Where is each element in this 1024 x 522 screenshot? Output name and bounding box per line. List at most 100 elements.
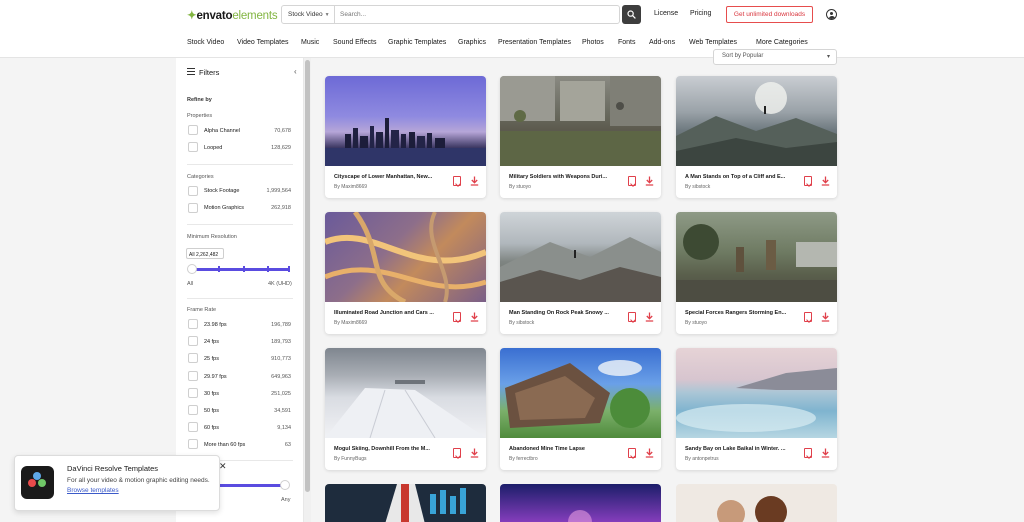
card-author[interactable]: By Maxim8669 bbox=[334, 320, 367, 326]
nav-add-ons[interactable]: Add-ons bbox=[649, 39, 675, 46]
video-card[interactable]: Special Forces Rangers Storming En... By… bbox=[676, 212, 837, 334]
card-author[interactable]: By stuoyo bbox=[509, 184, 531, 190]
fps-checkbox[interactable] bbox=[188, 388, 198, 398]
fps-checkbox[interactable] bbox=[188, 405, 198, 415]
video-card[interactable]: Sandy Bay on Lake Baikal in Winter. ... … bbox=[676, 348, 837, 470]
looped-checkbox[interactable] bbox=[188, 142, 198, 152]
download-icon[interactable] bbox=[470, 176, 479, 186]
card-title[interactable]: Mogul Skiing, Downhill From the M... bbox=[334, 446, 438, 452]
fps-checkbox[interactable] bbox=[188, 353, 198, 363]
bookmark-icon[interactable] bbox=[628, 312, 636, 322]
bookmark-icon[interactable] bbox=[804, 312, 812, 322]
resolution-slider-handle[interactable] bbox=[187, 264, 197, 274]
download-icon[interactable] bbox=[645, 448, 654, 458]
fps-checkbox[interactable] bbox=[188, 336, 198, 346]
video-thumbnail[interactable] bbox=[500, 212, 661, 302]
card-author[interactable]: By antonpetrus bbox=[685, 456, 719, 462]
video-thumbnail[interactable] bbox=[500, 76, 661, 166]
bookmark-icon[interactable] bbox=[804, 448, 812, 458]
card-title[interactable]: Special Forces Rangers Storming En... bbox=[685, 310, 789, 316]
video-card[interactable]: Cityscape of Lower Manhattan, New... By … bbox=[325, 76, 486, 198]
nav-graphic-templates[interactable]: Graphic Templates bbox=[388, 39, 446, 46]
video-thumbnail[interactable] bbox=[325, 348, 486, 438]
fps-checkbox[interactable] bbox=[188, 422, 198, 432]
video-thumbnail[interactable] bbox=[676, 76, 837, 166]
sidebar-scrollbar-thumb[interactable] bbox=[305, 60, 310, 492]
sort-dropdown[interactable]: Sort by Popular ▾ bbox=[713, 49, 837, 65]
envato-elements-logo[interactable]: ✦envatoelements bbox=[187, 8, 278, 22]
video-thumbnail[interactable] bbox=[676, 484, 837, 522]
alpha-channel-checkbox[interactable] bbox=[188, 125, 198, 135]
video-card[interactable] bbox=[676, 484, 837, 522]
card-title[interactable]: Military Soldiers with Weapons Duri... bbox=[509, 174, 613, 180]
bookmark-icon[interactable] bbox=[628, 448, 636, 458]
nav-presentation-templates[interactable]: Presentation Templates bbox=[498, 39, 571, 46]
nav-music[interactable]: Music bbox=[301, 39, 319, 46]
card-author[interactable]: By FunnyBugs bbox=[334, 456, 367, 462]
user-account-icon[interactable] bbox=[826, 9, 837, 20]
search-category-select[interactable]: Stock Video ▼ bbox=[282, 6, 335, 23]
fps-checkbox[interactable] bbox=[188, 439, 198, 449]
nav-web-templates[interactable]: Web Templates bbox=[689, 39, 737, 46]
video-card[interactable]: Man Standing On Rock Peak Snowy ... By s… bbox=[500, 212, 661, 334]
video-card[interactable]: Illuminated Road Junction and Cars ... B… bbox=[325, 212, 486, 334]
nav-fonts[interactable]: Fonts bbox=[618, 39, 636, 46]
card-author[interactable]: By ferrectbro bbox=[509, 456, 538, 462]
search-button[interactable] bbox=[622, 5, 641, 24]
nav-stock-video[interactable]: Stock Video bbox=[187, 39, 224, 46]
card-author[interactable]: By sibstock bbox=[685, 184, 710, 190]
resolution-slider-track[interactable] bbox=[192, 268, 290, 271]
nav-sound-effects[interactable]: Sound Effects bbox=[333, 39, 376, 46]
bookmark-icon[interactable] bbox=[453, 448, 461, 458]
download-icon[interactable] bbox=[645, 312, 654, 322]
collapse-sidebar-icon[interactable]: ‹ bbox=[294, 67, 297, 76]
video-thumbnail[interactable] bbox=[325, 484, 486, 522]
fps-checkbox[interactable] bbox=[188, 371, 198, 381]
bookmark-icon[interactable] bbox=[804, 176, 812, 186]
video-thumbnail[interactable] bbox=[325, 76, 486, 166]
card-title[interactable]: Man Standing On Rock Peak Snowy ... bbox=[509, 310, 613, 316]
card-title[interactable]: Sandy Bay on Lake Baikal in Winter. ... bbox=[685, 446, 789, 452]
bookmark-icon[interactable] bbox=[453, 312, 461, 322]
video-thumbnail[interactable] bbox=[676, 348, 837, 438]
card-title[interactable]: Cityscape of Lower Manhattan, New... bbox=[334, 174, 438, 180]
download-icon[interactable] bbox=[645, 176, 654, 186]
download-icon[interactable] bbox=[821, 448, 830, 458]
browse-templates-link[interactable]: Browse templates bbox=[67, 487, 119, 494]
nav-video-templates[interactable]: Video Templates bbox=[237, 39, 289, 46]
card-author[interactable]: By stuoyo bbox=[685, 320, 707, 326]
motion-graphics-checkbox[interactable] bbox=[188, 203, 198, 213]
video-card[interactable]: Mogul Skiing, Downhill From the M... By … bbox=[325, 348, 486, 470]
search-input[interactable] bbox=[340, 8, 610, 21]
video-card[interactable]: A Man Stands on Top of a Cliff and E... … bbox=[676, 76, 837, 198]
get-unlimited-downloads-button[interactable]: Get unlimited downloads bbox=[726, 6, 813, 23]
video-card[interactable] bbox=[325, 484, 486, 522]
video-card[interactable] bbox=[500, 484, 661, 522]
duration-slider-handle[interactable] bbox=[280, 480, 290, 490]
close-icon[interactable]: ✕ bbox=[219, 461, 227, 472]
nav-graphics[interactable]: Graphics bbox=[458, 39, 486, 46]
download-icon[interactable] bbox=[470, 312, 479, 322]
nav-more-categories[interactable]: More Categories bbox=[756, 39, 808, 46]
stock-footage-checkbox[interactable] bbox=[188, 186, 198, 196]
video-thumbnail[interactable] bbox=[676, 212, 837, 302]
video-card[interactable]: Military Soldiers with Weapons Duri... B… bbox=[500, 76, 661, 198]
pricing-link[interactable]: Pricing bbox=[690, 10, 711, 17]
card-title[interactable]: A Man Stands on Top of a Cliff and E... bbox=[685, 174, 789, 180]
video-card[interactable]: Abandoned Mine Time Lapse By ferrectbro bbox=[500, 348, 661, 470]
license-link[interactable]: License bbox=[654, 10, 678, 17]
card-author[interactable]: By Maxim8669 bbox=[334, 184, 367, 190]
video-thumbnail[interactable] bbox=[325, 212, 486, 302]
card-title[interactable]: Illuminated Road Junction and Cars ... bbox=[334, 310, 438, 316]
fps-checkbox[interactable] bbox=[188, 319, 198, 329]
card-author[interactable]: By sibstock bbox=[509, 320, 534, 326]
download-icon[interactable] bbox=[470, 448, 479, 458]
download-icon[interactable] bbox=[821, 312, 830, 322]
video-thumbnail[interactable] bbox=[500, 348, 661, 438]
video-thumbnail[interactable] bbox=[500, 484, 661, 522]
nav-photos[interactable]: Photos bbox=[582, 39, 604, 46]
download-icon[interactable] bbox=[821, 176, 830, 186]
card-title[interactable]: Abandoned Mine Time Lapse bbox=[509, 446, 613, 452]
bookmark-icon[interactable] bbox=[453, 176, 461, 186]
bookmark-icon[interactable] bbox=[628, 176, 636, 186]
